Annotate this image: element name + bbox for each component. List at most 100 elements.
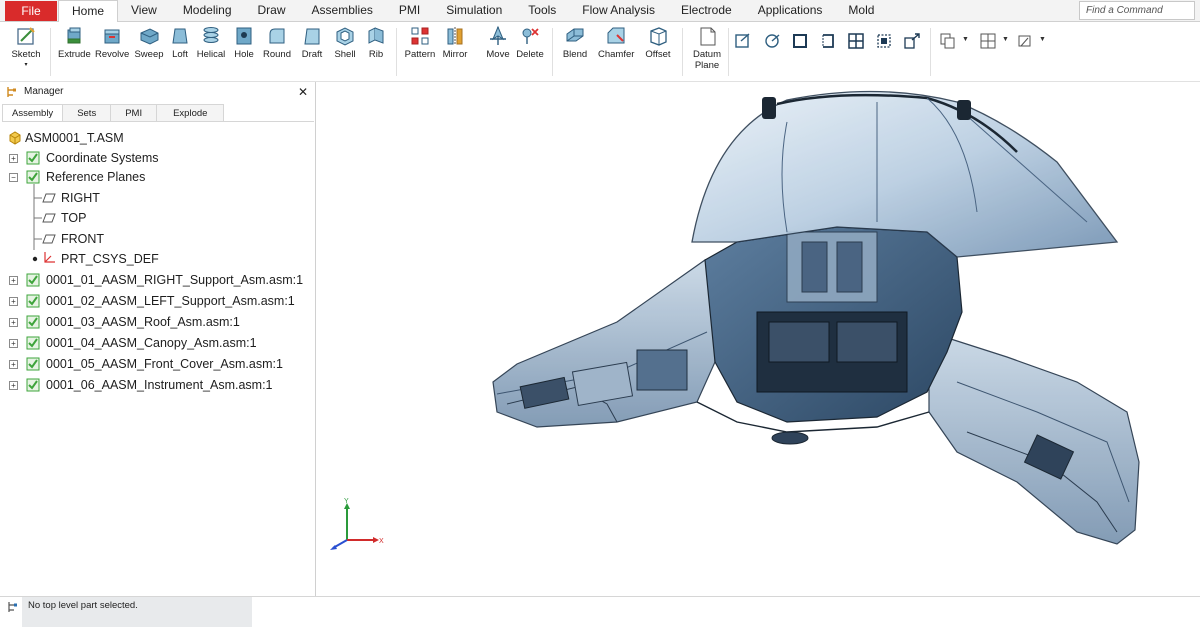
- datum-plane-button[interactable]: Datum Plane: [691, 25, 723, 71]
- delete-icon: [522, 28, 539, 44]
- delete-button[interactable]: Delete: [516, 25, 544, 60]
- round-button[interactable]: Round: [262, 25, 292, 60]
- expand-icon[interactable]: +: [9, 339, 18, 348]
- sketch-icon: [17, 27, 35, 45]
- find-command-input[interactable]: Find a Command: [1079, 1, 1195, 20]
- tree-root[interactable]: ASM0001_T.ASM: [25, 129, 124, 147]
- tab-simulation[interactable]: Simulation: [433, 0, 515, 22]
- blend-button[interactable]: Blend: [561, 25, 589, 60]
- sketch-view-icon[interactable]: [734, 32, 752, 50]
- tab-home[interactable]: Home: [58, 0, 119, 23]
- edge-icon[interactable]: [819, 32, 837, 50]
- orient-icon[interactable]: [763, 32, 781, 50]
- hole-button[interactable]: Hole: [232, 25, 256, 60]
- tree-item-subassembly[interactable]: 0001_06_AASM_Instrument_Asm.asm:1: [46, 376, 273, 394]
- ribbon-separator: [552, 28, 553, 76]
- expand-icon[interactable]: +: [9, 154, 18, 163]
- ribbon-tabs: Home View Modeling Draw Assemblies PMI S…: [58, 0, 887, 23]
- extrude-button[interactable]: Extrude: [58, 25, 91, 60]
- expand-icon[interactable]: +: [9, 297, 18, 306]
- copy-dropdown-icon[interactable]: ▼: [962, 36, 969, 43]
- rib-button[interactable]: Rib: [365, 25, 387, 60]
- draft-button[interactable]: Draft: [300, 25, 324, 60]
- tree-item-subassembly[interactable]: 0001_02_AASM_LEFT_Support_Asm.asm:1: [46, 292, 295, 310]
- tab-manager-pmi[interactable]: PMI: [111, 104, 158, 122]
- tab-mold[interactable]: Mold: [835, 0, 887, 22]
- expand-icon[interactable]: +: [9, 318, 18, 327]
- measure-dropdown-icon[interactable]: ▼: [1039, 36, 1046, 43]
- tab-tools[interactable]: Tools: [515, 0, 569, 22]
- tab-applications[interactable]: Applications: [745, 0, 836, 22]
- manager-header: Manager ✕: [0, 82, 316, 102]
- chamfer-button[interactable]: Chamfer: [598, 25, 634, 60]
- plane-icon: [42, 213, 56, 223]
- loft-button[interactable]: Loft: [168, 25, 192, 60]
- grid-icon[interactable]: [847, 32, 865, 50]
- tab-flow-analysis[interactable]: Flow Analysis: [569, 0, 668, 22]
- layout-icon[interactable]: [979, 32, 997, 50]
- tree-item-coordinate-systems[interactable]: Coordinate Systems: [46, 149, 159, 167]
- check-icon: [26, 315, 40, 329]
- tree-item-subassembly[interactable]: 0001_05_AASM_Front_Cover_Asm.asm:1: [46, 355, 283, 373]
- sweep-button[interactable]: Sweep: [133, 25, 165, 60]
- layout-dropdown-icon[interactable]: ▼: [1002, 36, 1009, 43]
- component-icon[interactable]: [875, 32, 893, 50]
- sketch-button[interactable]: Sketch ▾: [10, 25, 42, 71]
- tab-view[interactable]: View: [118, 0, 170, 22]
- tab-pmi[interactable]: PMI: [386, 0, 433, 22]
- copy-icon[interactable]: [939, 32, 957, 50]
- tab-explode[interactable]: Explode: [157, 104, 225, 122]
- datum-plane-icon: [700, 27, 716, 46]
- shell-icon: [336, 27, 354, 46]
- offset-button[interactable]: Offset: [643, 25, 673, 60]
- revolve-button[interactable]: Revolve: [95, 25, 129, 60]
- move-button[interactable]: Move: [484, 25, 512, 60]
- tab-sets[interactable]: Sets: [63, 104, 112, 122]
- face-icon[interactable]: [791, 32, 809, 50]
- tree-item-prt-csys-def[interactable]: PRT_CSYS_DEF: [61, 250, 159, 268]
- check-icon: [26, 294, 40, 308]
- ribbon-toolbar: Sketch ▾ Extrude Revolve Sweep Loft Heli…: [0, 22, 1200, 82]
- axis-y-label: Y: [344, 498, 349, 505]
- tab-assemblies[interactable]: Assemblies: [299, 0, 386, 22]
- ribbon-separator: [50, 28, 51, 76]
- shell-button[interactable]: Shell: [332, 25, 358, 60]
- expand-icon[interactable]: +: [9, 360, 18, 369]
- check-icon: [26, 273, 40, 287]
- tab-draw[interactable]: Draw: [245, 0, 299, 22]
- expand-icon[interactable]: +: [9, 381, 18, 390]
- tab-assembly[interactable]: Assembly: [2, 104, 64, 122]
- tree-item-subassembly[interactable]: 0001_01_AASM_RIGHT_Support_Asm.asm:1: [46, 271, 303, 289]
- tree-item-plane-top[interactable]: TOP: [61, 209, 86, 227]
- pattern-icon: [411, 27, 429, 45]
- tree-item-plane-right[interactable]: RIGHT: [61, 189, 100, 207]
- sweep-icon: [140, 28, 159, 45]
- transform-icon[interactable]: [903, 32, 921, 50]
- tree-item-reference-planes[interactable]: Reference Planes: [46, 168, 145, 186]
- check-icon: [26, 378, 40, 392]
- offset-icon: [650, 27, 667, 46]
- mirror-button[interactable]: Mirror: [441, 25, 469, 60]
- measure-icon[interactable]: [1016, 32, 1034, 50]
- expand-icon[interactable]: +: [9, 276, 18, 285]
- model-viewport[interactable]: Y X: [317, 82, 1200, 596]
- check-icon: [26, 151, 40, 165]
- tab-electrode[interactable]: Electrode: [668, 0, 745, 22]
- close-icon[interactable]: ✕: [298, 82, 308, 102]
- menu-bar: File Home View Modeling Draw Assemblies …: [0, 0, 1200, 23]
- tree-item-subassembly[interactable]: 0001_04_AASM_Canopy_Asm.asm:1: [46, 334, 257, 352]
- file-menu-button[interactable]: File: [5, 1, 57, 21]
- ribbon-separator: [728, 28, 729, 76]
- tree-item-subassembly[interactable]: 0001_03_AASM_Roof_Asm.asm:1: [46, 313, 240, 331]
- check-icon: [26, 336, 40, 350]
- check-icon: [26, 357, 40, 371]
- helical-button[interactable]: Helical: [196, 25, 226, 60]
- hole-icon: [236, 27, 252, 45]
- pattern-button[interactable]: Pattern: [404, 25, 436, 60]
- blend-icon: [566, 28, 584, 42]
- tab-modeling[interactable]: Modeling: [170, 0, 245, 22]
- check-icon: [26, 170, 40, 184]
- tree-item-plane-front[interactable]: FRONT: [61, 230, 104, 248]
- helical-icon: [203, 27, 219, 43]
- collapse-icon[interactable]: −: [9, 173, 18, 182]
